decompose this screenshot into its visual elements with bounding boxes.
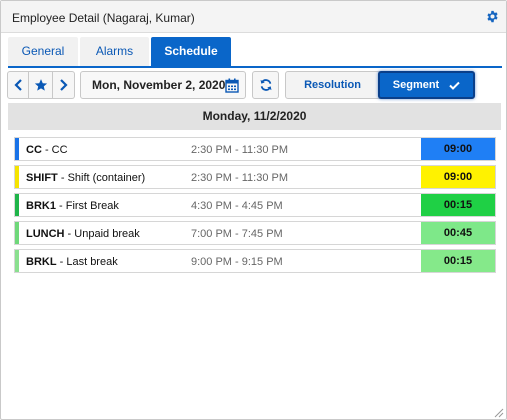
segment-duration: 09:00	[421, 166, 495, 188]
tab-alarms[interactable]: Alarms	[80, 37, 149, 66]
tab-bar: General Alarms Schedule	[8, 37, 502, 67]
segment-time: 4:30 PM - 4:45 PM	[191, 200, 283, 212]
calendar-icon[interactable]	[225, 78, 239, 93]
resolution-toggle-button[interactable]: Resolution	[285, 71, 380, 99]
segment-duration: 00:15	[421, 250, 495, 272]
gear-icon[interactable]	[486, 10, 499, 23]
segment-duration: 09:00	[421, 138, 495, 160]
chevron-right-icon	[60, 79, 68, 91]
segment-code: LUNCH	[26, 228, 65, 240]
segment-code: BRK1	[26, 200, 56, 212]
segment-row-brk1[interactable]: BRK1 - First Break 4:30 PM - 4:45 PM 00:…	[14, 193, 496, 217]
segment-description: Shift (container)	[67, 172, 146, 184]
segment-time: 9:00 PM - 9:15 PM	[191, 256, 283, 268]
day-header: Monday, 11/2/2020	[8, 103, 501, 130]
segment-row-lunch[interactable]: LUNCH - Unpaid break 7:00 PM - 7:45 PM 0…	[14, 221, 496, 245]
segment-duration: 00:45	[421, 222, 495, 244]
check-icon	[449, 81, 460, 90]
segment-color-bar	[15, 138, 19, 160]
segment-duration: 00:15	[421, 194, 495, 216]
date-value: Mon, November 2, 2020	[92, 78, 226, 92]
segment-color-bar	[15, 250, 19, 272]
segment-color-bar	[15, 166, 19, 188]
title-bar: Employee Detail (Nagaraj, Kumar)	[1, 1, 506, 33]
schedule-toolbar: Mon, November 2, 2020 Resolution Segment	[1, 71, 507, 99]
segment-color-bar	[15, 222, 19, 244]
segment-row-brkl[interactable]: BRKL - Last break 9:00 PM - 9:15 PM 00:1…	[14, 249, 496, 273]
segment-description: Last break	[66, 256, 118, 268]
segment-code: CC	[26, 144, 42, 156]
segment-color-bar	[15, 194, 19, 216]
refresh-button[interactable]	[252, 71, 279, 99]
star-icon	[34, 79, 47, 91]
segment-time: 2:30 PM - 11:30 PM	[191, 172, 289, 184]
segment-description: CC	[51, 144, 68, 156]
favorite-button[interactable]	[29, 71, 53, 99]
previous-day-button[interactable]	[7, 71, 29, 99]
segment-label: Segment	[392, 79, 440, 91]
resize-grip-icon[interactable]	[493, 407, 504, 418]
segment-row-shift[interactable]: SHIFT - Shift (container) 2:30 PM - 11:3…	[14, 165, 496, 189]
chevron-left-icon	[13, 79, 22, 91]
segment-row-cc[interactable]: CC - CC 2:30 PM - 11:30 PM 09:00	[14, 137, 496, 161]
segment-description: First Break	[65, 200, 119, 212]
refresh-icon	[260, 79, 271, 91]
segment-time: 7:00 PM - 7:45 PM	[191, 228, 283, 240]
next-day-button[interactable]	[53, 71, 75, 99]
tab-underline	[8, 66, 502, 68]
segment-code: BRKL	[26, 256, 57, 268]
date-picker[interactable]: Mon, November 2, 2020	[80, 71, 246, 99]
segment-code: SHIFT	[26, 172, 58, 184]
segment-description: Unpaid break	[74, 228, 140, 240]
segment-time: 2:30 PM - 11:30 PM	[191, 144, 289, 156]
tab-general[interactable]: General	[8, 37, 78, 66]
tab-schedule[interactable]: Schedule	[151, 37, 231, 66]
window-title: Employee Detail (Nagaraj, Kumar)	[12, 11, 195, 25]
segment-toggle-button[interactable]: Segment	[378, 71, 475, 99]
employee-detail-panel: Employee Detail (Nagaraj, Kumar) General…	[0, 0, 507, 420]
